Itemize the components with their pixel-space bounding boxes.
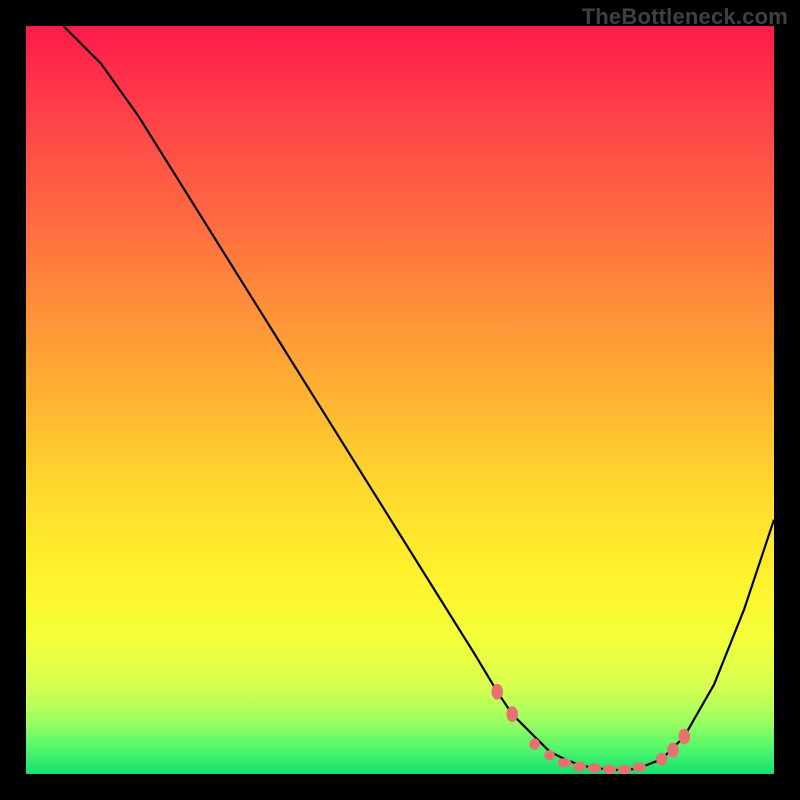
curve-marker [573, 762, 587, 771]
curve-marker [529, 738, 539, 750]
marker-group [491, 684, 690, 774]
chart-svg [26, 26, 774, 774]
curve-marker [544, 750, 554, 760]
curve-marker [558, 758, 572, 767]
curve-marker [667, 743, 679, 758]
curve-marker [656, 753, 668, 766]
chart-frame: TheBottleneck.com [0, 0, 800, 800]
curve-marker [618, 765, 632, 774]
curve-marker [588, 763, 602, 772]
curve-marker [678, 729, 690, 745]
curve-marker [633, 763, 647, 772]
plot-area [26, 26, 774, 774]
curve-marker [603, 765, 617, 774]
curve-line [63, 26, 774, 770]
curve-marker [491, 684, 503, 700]
watermark-text: TheBottleneck.com [582, 4, 788, 30]
curve-marker [506, 706, 518, 722]
